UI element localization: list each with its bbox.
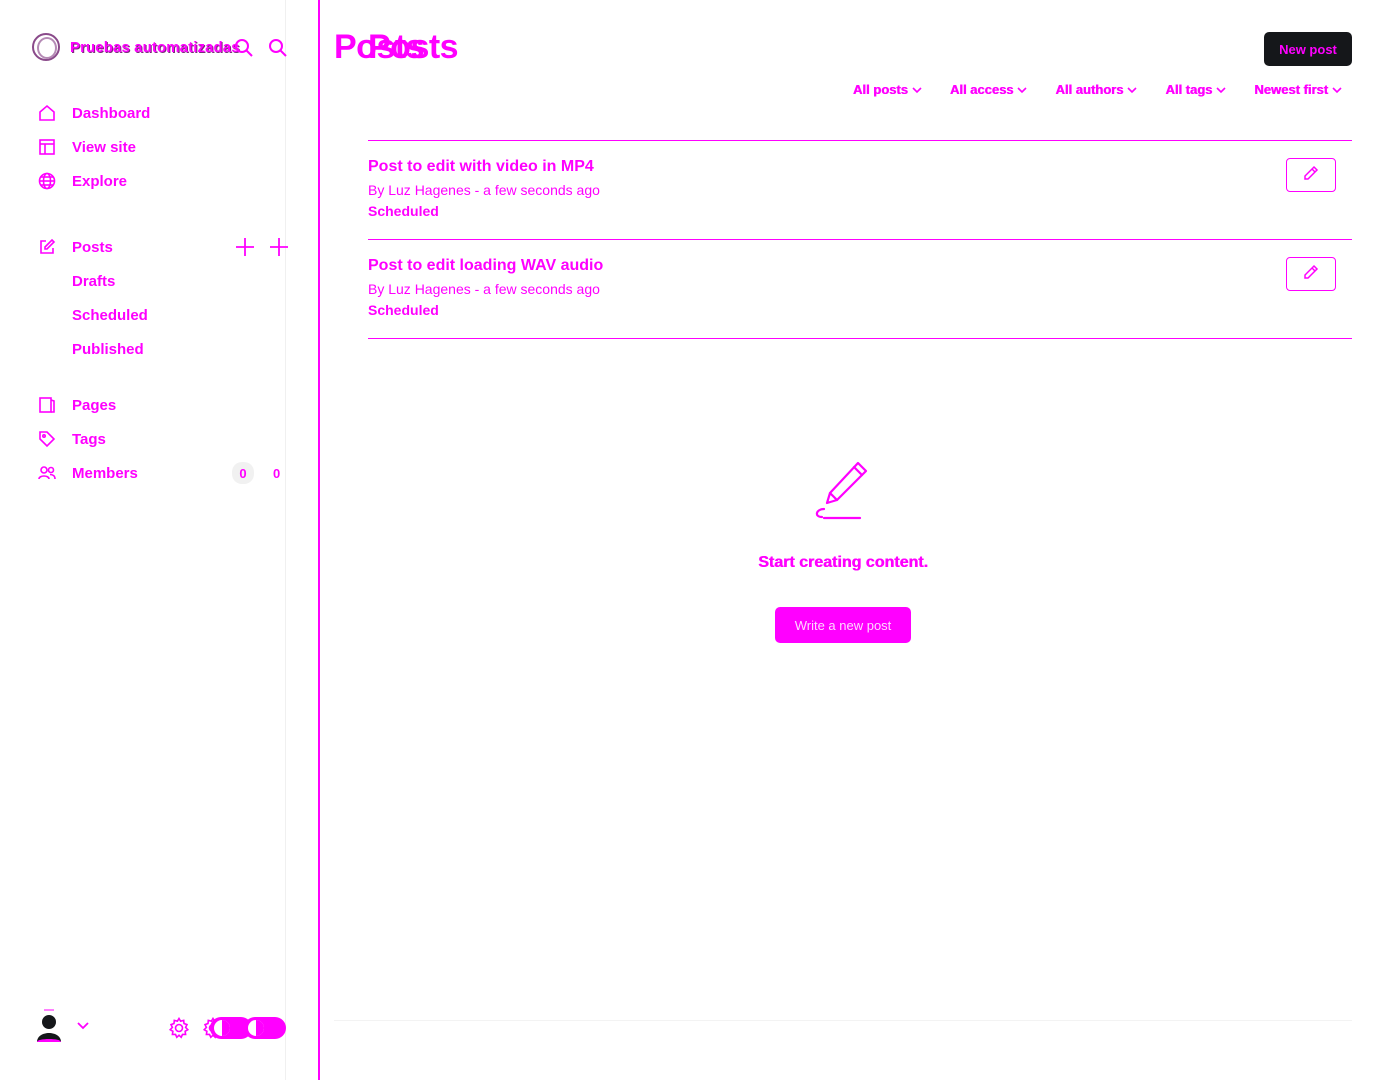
post-list-item[interactable]: Post to edit with video in MP4 By Luz Ha… — [368, 140, 1352, 239]
new-post-button[interactable]: New post — [1264, 32, 1352, 66]
members-count: 0 — [239, 465, 247, 481]
nav-pages-label: Pages — [72, 396, 117, 414]
chevron-down-icon — [1017, 82, 1027, 97]
members-count-badge: 0 — [273, 466, 280, 481]
pages-icon — [36, 394, 58, 416]
post-filters: All posts All access All authors All tag… — [853, 82, 1342, 97]
page-title: Posts — [368, 28, 459, 66]
chevron-down-icon — [1216, 82, 1226, 97]
site-brand[interactable]: Pruebas automatizadas — [32, 33, 240, 61]
post-title[interactable]: Post to edit loading WAV audio — [368, 257, 603, 275]
edit-post-button[interactable] — [1286, 257, 1336, 291]
chevron-down-icon — [76, 1018, 90, 1036]
chevron-down-icon — [1127, 82, 1137, 97]
nav-view-site-label: View site — [72, 138, 136, 156]
main-content: Posts Posts New post All posts All acces… — [320, 0, 1400, 1080]
sidebar: Pruebas automatizadas Dashboard View sit… — [0, 0, 320, 1080]
posts-nav: Posts Drafts Scheduled Published — [36, 230, 296, 366]
members-count: 0 — [273, 466, 281, 481]
filter-tag-label: All tags — [1165, 82, 1213, 97]
nav-tags[interactable]: Tags — [36, 422, 296, 456]
pencil-icon — [1303, 264, 1319, 285]
filter-order[interactable]: Newest first — [1254, 82, 1342, 97]
tag-icon — [36, 428, 58, 450]
add-post-icon[interactable] — [234, 236, 256, 258]
primary-nav: Dashboard View site Explore — [36, 96, 296, 198]
search-icon[interactable] — [232, 36, 256, 60]
nav-scheduled[interactable]: Scheduled — [36, 298, 296, 332]
filter-order-label: Newest first — [1254, 82, 1328, 97]
filter-author-label: All authors — [1055, 82, 1124, 97]
filter-access-label: All access — [949, 82, 1014, 97]
post-list-item[interactable]: Post to edit loading WAV audio By Luz Ha… — [368, 239, 1352, 339]
members-icon — [36, 462, 58, 484]
post-meta: By Luz Hagenes - a few seconds ago — [368, 182, 600, 198]
members-count-badge: 0 — [232, 462, 254, 484]
nav-drafts-label: Drafts — [72, 272, 116, 290]
avatar — [34, 1009, 64, 1044]
nav-tags-label: Tags — [72, 430, 106, 448]
footer-divider — [334, 1020, 1352, 1021]
chevron-down-icon — [1332, 82, 1342, 97]
nav-scheduled-label: Scheduled — [72, 306, 148, 324]
layout-icon — [36, 136, 58, 158]
nav-dashboard[interactable]: Dashboard — [36, 96, 296, 130]
post-meta: By Luz Hagenes - a few seconds ago — [368, 281, 600, 297]
search-icon[interactable] — [266, 36, 290, 60]
dark-mode-toggle[interactable] — [244, 1017, 286, 1039]
chevron-down-icon — [912, 82, 922, 97]
add-post-icon[interactable] — [268, 236, 290, 258]
nav-members-label: Members — [72, 464, 138, 482]
settings-gear-icon[interactable] — [167, 1016, 191, 1040]
post-list: Post to edit with video in MP4 By Luz Ha… — [368, 140, 1352, 339]
user-menu[interactable] — [34, 1009, 90, 1044]
toggle-knob — [248, 1020, 264, 1036]
nav-view-site[interactable]: View site — [36, 130, 296, 164]
nav-posts-label: Posts — [72, 238, 113, 256]
filter-access[interactable]: All access — [950, 82, 1028, 97]
pencil-icon — [1303, 165, 1319, 186]
site-title: Pruebas automatizadas — [70, 38, 240, 56]
nav-posts[interactable]: Posts — [36, 230, 296, 264]
pencil-write-icon — [810, 455, 876, 528]
edit-post-button[interactable] — [1286, 158, 1336, 192]
nav-dashboard-label: Dashboard — [72, 104, 151, 122]
filter-author[interactable]: All authors — [1055, 82, 1137, 97]
nav-drafts[interactable]: Drafts — [36, 264, 296, 298]
nav-explore-label: Explore — [72, 172, 128, 190]
empty-state-message: Start creating content. — [758, 554, 928, 571]
nav-members[interactable]: Members — [36, 456, 296, 490]
site-logo — [32, 33, 60, 61]
write-new-post-button[interactable]: Write a new post — [775, 607, 911, 643]
post-status: Scheduled — [368, 302, 439, 318]
filter-type[interactable]: All posts — [853, 82, 922, 97]
filter-tag[interactable]: All tags — [1165, 82, 1226, 97]
filter-type-label: All posts — [852, 82, 908, 97]
post-title[interactable]: Post to edit with video in MP4 — [368, 158, 594, 176]
nav-published-label: Published — [72, 340, 144, 358]
edit-icon — [36, 236, 58, 258]
nav-pages[interactable]: Pages — [36, 388, 296, 422]
post-status: Scheduled — [368, 203, 439, 219]
toggle-knob — [214, 1020, 230, 1036]
nav-published[interactable]: Published — [36, 332, 296, 366]
nav-explore[interactable]: Explore — [36, 164, 296, 198]
globe-icon — [36, 170, 58, 192]
secondary-nav: Pages Tags Members — [36, 388, 296, 490]
home-icon — [36, 102, 58, 124]
